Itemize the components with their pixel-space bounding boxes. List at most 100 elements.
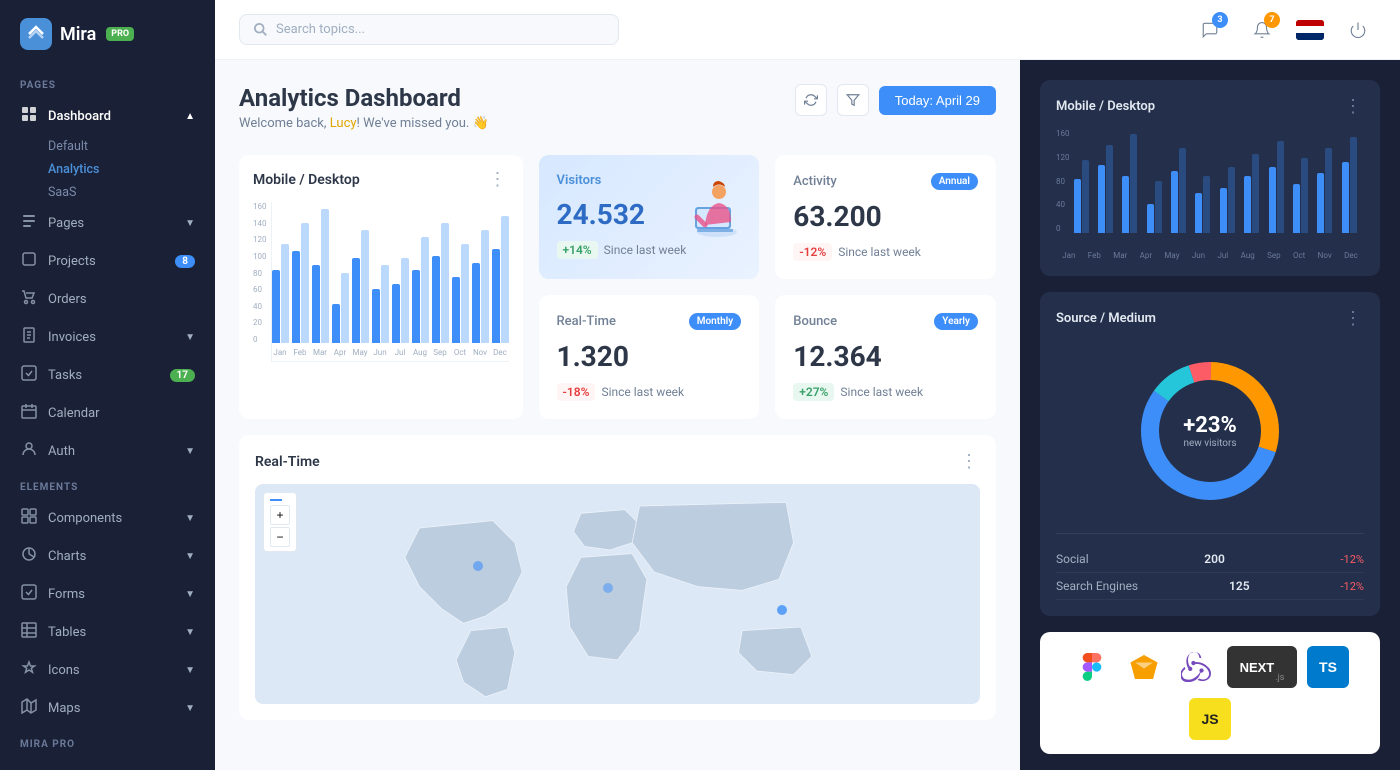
sidebar-item-forms[interactable]: Forms ▼: [0, 575, 215, 613]
content-right: Mobile / Desktop ⋮ 160 120 80 40 0: [1020, 60, 1400, 770]
components-icon: [20, 508, 38, 528]
page-title: Analytics Dashboard: [239, 84, 489, 112]
typescript-logo: TS: [1307, 646, 1349, 688]
bar-sep-dark: [432, 256, 440, 343]
dashboard-icon: [20, 106, 38, 126]
map-menu[interactable]: ⋮: [960, 451, 980, 472]
sidebar-item-orders[interactable]: Orders: [0, 280, 215, 318]
activity-value: 63.200: [793, 200, 978, 233]
bar-label-nov: Nov: [473, 348, 487, 357]
ry-160: 160: [1056, 129, 1070, 138]
sidebar-sub-analytics[interactable]: Analytics: [0, 158, 215, 181]
rb-jul-d: [1220, 188, 1227, 233]
bar-jul-dark: [392, 284, 400, 343]
rb-oct-l: [1301, 158, 1308, 233]
rb-label-feb: Feb: [1088, 251, 1101, 260]
orders-icon: [20, 289, 38, 309]
y-label-60: 60: [253, 285, 267, 294]
bar-mar-dark: [312, 265, 320, 343]
map-zoom-in[interactable]: +: [270, 505, 290, 525]
pages-section: PAGES: [0, 68, 215, 97]
sidebar-item-auth[interactable]: Auth ▼: [0, 432, 215, 470]
bell-button[interactable]: 7: [1244, 12, 1280, 48]
components-label: Components: [48, 511, 122, 526]
source-medium-menu[interactable]: ⋮: [1344, 308, 1364, 329]
sidebar-item-components[interactable]: Components ▼: [0, 499, 215, 537]
content-area: Analytics Dashboard Welcome back, Lucy! …: [215, 60, 1400, 770]
sidebar-item-maps[interactable]: Maps ▼: [0, 689, 215, 727]
rb-nov-l: [1325, 148, 1332, 233]
sidebar-sub-saas[interactable]: SaaS: [0, 181, 215, 204]
y-label-20: 20: [253, 318, 267, 327]
bell-badge: 7: [1264, 12, 1280, 28]
invoices-label: Invoices: [48, 330, 96, 345]
rb-aug-d: [1244, 176, 1251, 233]
sidebar-item-pages[interactable]: Pages ▼: [0, 204, 215, 242]
bar-oct-dark: [452, 277, 460, 343]
mobile-desktop-menu[interactable]: ⋮: [489, 169, 509, 190]
dashboard-chevron: ▲: [185, 111, 195, 122]
sidebar-item-charts[interactable]: Charts ▼: [0, 537, 215, 575]
logo-icon: [20, 18, 52, 50]
y-label-100: 100: [253, 252, 267, 261]
rb-jan-l: [1082, 160, 1089, 233]
search-box[interactable]: Search topics...: [239, 14, 619, 45]
projects-label: Projects: [48, 254, 96, 269]
visitors-card: Visitors 24.532 +14% Since last week: [539, 155, 760, 279]
language-selector[interactable]: [1296, 20, 1324, 40]
sidebar-item-calendar[interactable]: Calendar: [0, 394, 215, 432]
rb-jul-l: [1228, 167, 1235, 233]
charts-label: Charts: [48, 549, 86, 564]
bar-label-dec: Dec: [493, 348, 507, 357]
map-card: Real-Time ⋮ + −: [239, 435, 996, 720]
invoices-icon: [20, 327, 38, 347]
bar-label-feb: Feb: [293, 348, 306, 357]
mobile-desktop-card: Mobile / Desktop ⋮ 160 140 120 100 80 60: [239, 155, 523, 419]
map-dot-na: [473, 561, 483, 571]
notifications-button[interactable]: 3: [1192, 12, 1228, 48]
bar-may-dark: [352, 258, 360, 343]
sidebar-item-icons[interactable]: Icons ▼: [0, 651, 215, 689]
y-label-140: 140: [253, 219, 267, 228]
rb-label-aug: Aug: [1241, 251, 1255, 260]
icons-label: Icons: [48, 663, 80, 678]
dashboard-label: Dashboard: [48, 109, 111, 124]
bar-label-jan: Jan: [273, 348, 286, 357]
bounce-value: 12.364: [793, 340, 978, 373]
bar-label-jul: Jul: [395, 348, 406, 357]
bar-jun-light: [381, 265, 389, 343]
sidebar-sub-default[interactable]: Default: [0, 135, 215, 158]
sidebar-item-dashboard[interactable]: Dashboard ▲: [0, 97, 215, 135]
rb-label-nov: Nov: [1318, 251, 1332, 260]
rb-oct-d: [1293, 184, 1300, 233]
activity-badge: Annual: [931, 173, 978, 190]
mira-pro-section: MIRA PRO: [0, 727, 215, 756]
visitors-label: Visitors: [557, 173, 602, 188]
right-chart-menu[interactable]: ⋮: [1344, 96, 1364, 117]
realtime-card: Real-Time Monthly 1.320 -18% Since last …: [539, 295, 760, 419]
today-button[interactable]: Today: April 29: [879, 86, 996, 115]
user-name: Lucy: [330, 116, 357, 131]
bar-aug-light: [421, 237, 429, 343]
filter-button[interactable]: [837, 84, 869, 116]
pages-chevron: ▼: [185, 218, 195, 229]
rb-nov-d: [1317, 173, 1324, 233]
power-button[interactable]: [1340, 12, 1376, 48]
rb-label-apr: Apr: [1140, 251, 1152, 260]
bar-may-light: [361, 230, 369, 343]
page-header-actions: Today: April 29: [795, 84, 996, 116]
activity-label: Activity: [793, 174, 837, 189]
map-title: Real-Time: [255, 454, 320, 470]
refresh-button[interactable]: [795, 84, 827, 116]
topbar: Search topics... 3 7: [215, 0, 1400, 60]
ry-120: 120: [1056, 153, 1070, 162]
rb-mar-l: [1130, 134, 1137, 233]
main-content: Search topics... 3 7: [215, 0, 1400, 770]
sidebar-item-tables[interactable]: Tables ▼: [0, 613, 215, 651]
sidebar-item-invoices[interactable]: Invoices ▼: [0, 318, 215, 356]
sidebar-item-projects[interactable]: Projects 8: [0, 242, 215, 280]
source-name-social: Social: [1056, 552, 1089, 566]
sidebar-item-tasks[interactable]: Tasks 17: [0, 356, 215, 394]
map-zoom-out[interactable]: −: [270, 527, 290, 547]
sidebar-logo[interactable]: Mira PRO: [0, 0, 215, 68]
